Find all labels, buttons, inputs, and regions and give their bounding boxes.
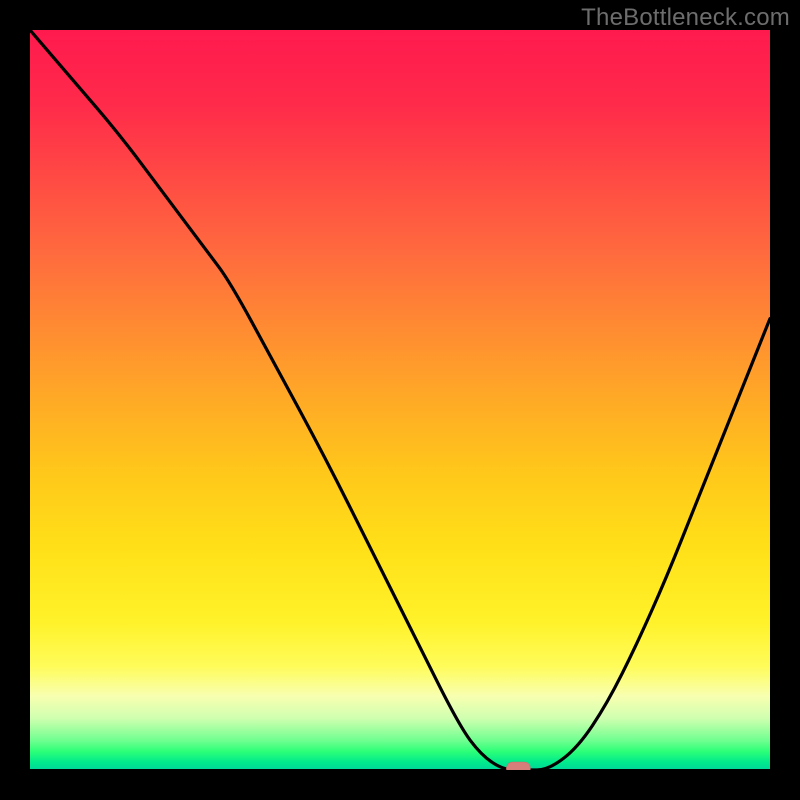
optimal-marker (506, 762, 530, 770)
plot-area (30, 30, 770, 770)
bottleneck-curve (30, 30, 770, 770)
chart-frame: TheBottleneck.com (0, 0, 800, 800)
attribution-label: TheBottleneck.com (581, 4, 790, 32)
curve-layer (30, 30, 770, 770)
